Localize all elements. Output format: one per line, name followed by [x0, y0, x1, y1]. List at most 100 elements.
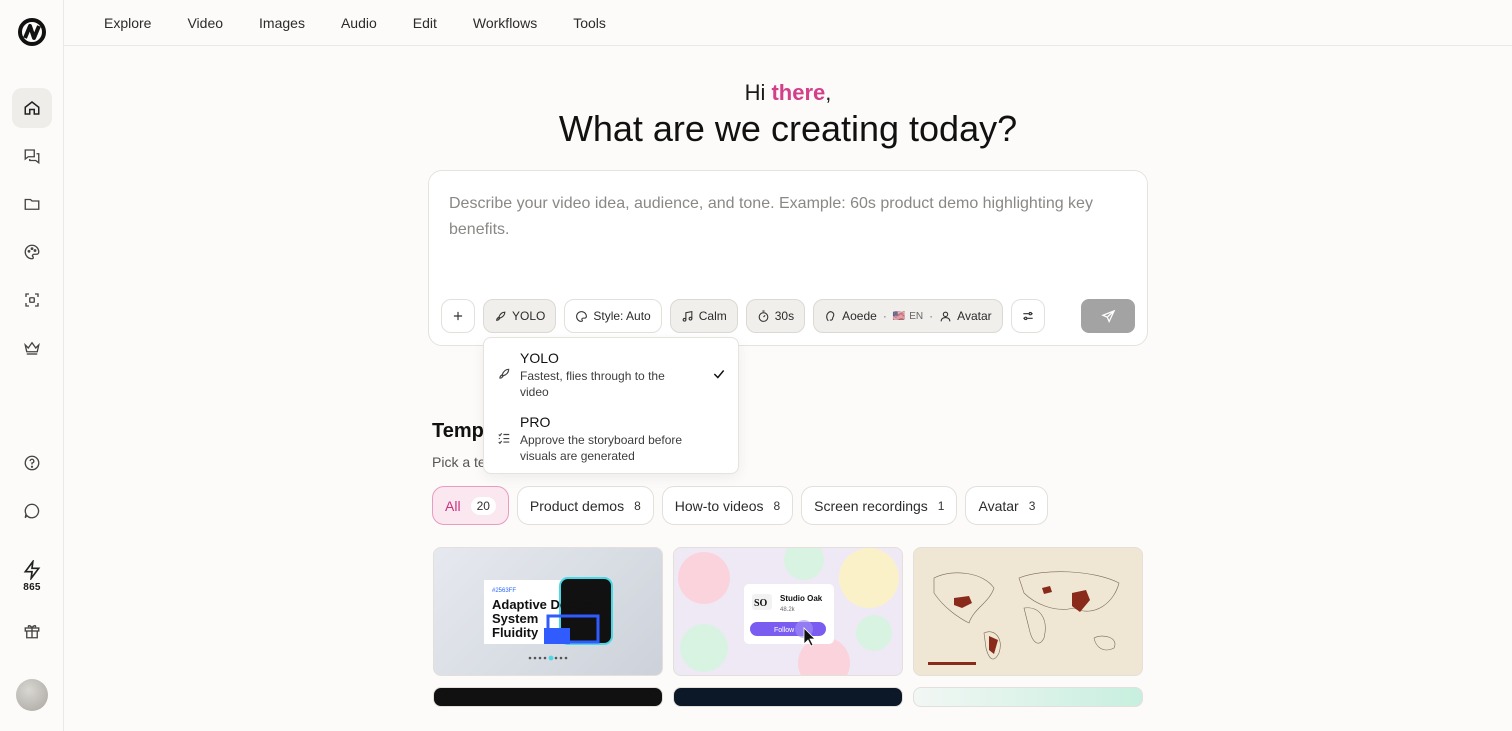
template-thumbnail: SO Studio Oak 48.2k Follow	[678, 548, 899, 675]
sidebar: 865	[0, 0, 64, 731]
plus-icon	[453, 311, 463, 321]
template-thumbnail	[914, 548, 1142, 675]
help-icon[interactable]	[12, 443, 52, 483]
greeting-comma: ,	[825, 80, 832, 105]
nav-edit[interactable]: Edit	[413, 15, 437, 31]
card-text: Studio Oak	[780, 594, 823, 603]
greeting: Hi there,	[0, 80, 1512, 106]
credits-counter[interactable]: 865	[12, 556, 52, 596]
mode-button[interactable]: YOLO	[483, 299, 557, 333]
gift-icon[interactable]	[12, 611, 52, 651]
filter-screen-recordings[interactable]: Screen recordings 1	[801, 486, 958, 525]
template-card[interactable]	[433, 687, 663, 707]
separator-dot: ·	[929, 309, 934, 323]
send-button[interactable]	[1081, 299, 1135, 333]
duration-button[interactable]: 30s	[745, 299, 806, 333]
folder-icon[interactable]	[12, 184, 52, 224]
mode-label: YOLO	[512, 309, 546, 323]
sliders-icon	[1022, 311, 1033, 321]
card-text: Fluidity	[492, 625, 539, 640]
greeting-hi: Hi	[744, 80, 766, 105]
card-text: #2563FF	[492, 588, 516, 594]
nav-video[interactable]: Video	[187, 15, 223, 31]
avatar-label: Avatar	[957, 309, 992, 323]
card-text: 48.2k	[780, 607, 796, 613]
mode-option-pro[interactable]: PRO Approve the storyboard before visual…	[484, 402, 738, 474]
filter-count: 3	[1028, 498, 1036, 513]
filter-count: 20	[470, 496, 496, 515]
checkmark-icon	[713, 370, 725, 379]
card-text: SO	[754, 598, 768, 609]
template-card[interactable]: SO Studio Oak 48.2k Follow	[673, 547, 903, 676]
prompt-composer: YOLO Style: Auto Calm 30s Aoede · 🇺🇸 EN …	[428, 170, 1148, 346]
filter-label: Avatar	[978, 497, 1019, 514]
option-title: PRO	[520, 414, 551, 430]
music-label: Calm	[698, 309, 727, 323]
send-icon	[1100, 309, 1115, 323]
greeting-name: there	[771, 80, 826, 105]
lightning-icon	[23, 559, 41, 580]
nav-images[interactable]: Images	[259, 15, 305, 31]
template-thumbnail: #2563FF Adaptive Design System Fluidity	[484, 577, 613, 661]
music-button[interactable]: Calm	[669, 299, 738, 333]
template-card[interactable]: #2563FF Adaptive Design System Fluidity	[433, 547, 663, 676]
templates-heading: Temp	[432, 420, 484, 442]
filter-label: All	[445, 497, 461, 514]
crown-icon[interactable]	[12, 328, 52, 368]
person-icon	[940, 311, 951, 321]
settings-button[interactable]	[1010, 299, 1045, 333]
filter-label: How-to videos	[674, 497, 764, 514]
composer-toolbar: YOLO Style: Auto Calm 30s Aoede · 🇺🇸 EN …	[441, 299, 1053, 333]
style-label: Style: Auto	[593, 309, 651, 323]
style-button[interactable]: Style: Auto	[564, 299, 662, 333]
music-note-icon	[682, 310, 693, 322]
filter-count: 8	[634, 498, 641, 513]
template-filters: All 20 Product demos 8 How-to videos 8 S…	[432, 486, 1056, 525]
rocket-icon	[499, 368, 510, 379]
voice-icon	[826, 310, 835, 321]
filter-avatar[interactable]: Avatar 3	[965, 486, 1049, 525]
add-button[interactable]	[441, 299, 475, 333]
filter-how-to-videos[interactable]: How-to videos 8	[661, 486, 794, 525]
language-flag: 🇺🇸	[892, 310, 906, 322]
duration-label: 30s	[774, 309, 795, 323]
filter-all[interactable]: All 20	[432, 486, 509, 525]
template-card[interactable]	[913, 687, 1143, 707]
timer-icon	[758, 310, 769, 322]
top-nav: Explore Video Images Audio Edit Workflow…	[64, 0, 1512, 46]
user-avatar[interactable]	[16, 679, 48, 711]
checklist-icon	[498, 432, 510, 445]
credits-value: 865	[23, 581, 41, 593]
mode-dropdown: YOLO Fastest, flies through to the video…	[483, 337, 739, 474]
template-card[interactable]	[913, 547, 1143, 676]
nav-workflows[interactable]: Workflows	[473, 15, 537, 31]
filter-label: Product demos	[529, 497, 625, 514]
nav-tools[interactable]: Tools	[573, 15, 606, 31]
scan-icon[interactable]	[12, 280, 52, 320]
card-text: Follow	[774, 627, 795, 634]
palette-icon[interactable]	[12, 232, 52, 272]
template-card[interactable]	[673, 687, 903, 707]
filter-label: Screen recordings	[814, 497, 928, 514]
language-label: EN	[909, 310, 924, 322]
option-description: Approve the storyboard before visuals ar…	[520, 433, 683, 463]
nav-explore[interactable]: Explore	[104, 15, 151, 31]
prompt-input[interactable]	[449, 191, 1129, 271]
filter-product-demos[interactable]: Product demos 8	[516, 486, 654, 525]
page-title: What are we creating today?	[558, 108, 1018, 149]
separator-dot: ·	[882, 309, 887, 323]
filter-count: 1	[937, 498, 945, 513]
option-title: YOLO	[520, 350, 559, 366]
mode-option-yolo[interactable]: YOLO Fastest, flies through to the video	[484, 338, 738, 402]
chats-icon[interactable]	[12, 136, 52, 176]
palette-icon	[576, 310, 588, 322]
card-text: Adaptive Design	[492, 597, 594, 612]
card-text: System	[492, 611, 538, 626]
app-logo[interactable]	[16, 16, 48, 48]
voice-button[interactable]: Aoede · 🇺🇸 EN · Avatar	[813, 299, 1003, 333]
nav-audio[interactable]: Audio	[341, 15, 377, 31]
filter-count: 8	[773, 498, 781, 513]
option-description: Fastest, flies through to the video	[520, 369, 665, 399]
rocket-icon	[496, 311, 506, 321]
feedback-icon[interactable]	[12, 491, 52, 531]
